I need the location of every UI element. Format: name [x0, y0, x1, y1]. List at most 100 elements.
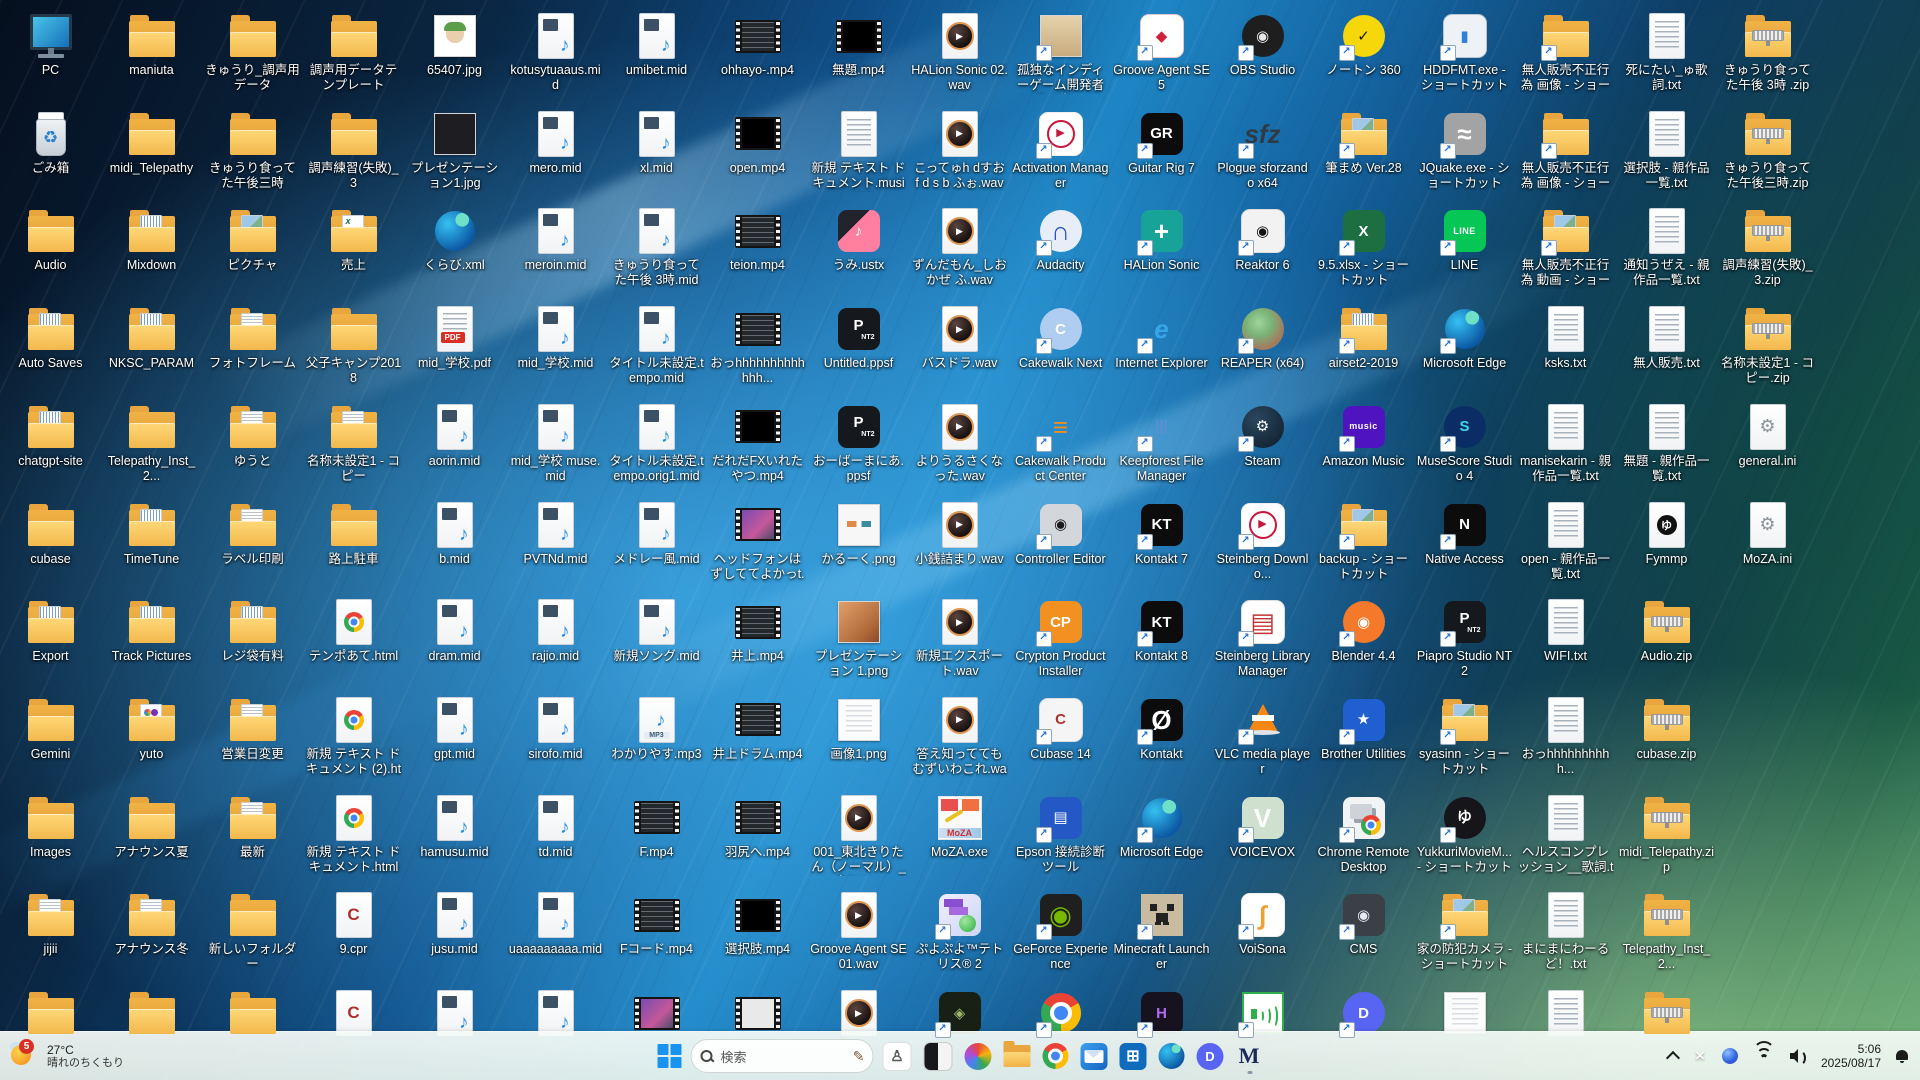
desktop-icon[interactable]: ↗airset2-2019 [1315, 305, 1412, 371]
desktop-icon[interactable]: C↗Cubase 14 [1012, 696, 1109, 762]
desktop-icon[interactable]: S↗MuseScore Studio 4 [1416, 403, 1513, 484]
desktop-icon[interactable]: open.mp4 [709, 110, 806, 176]
desktop-icon[interactable]: manisekarin - 親作品一覧.txt [1517, 403, 1614, 484]
desktop-icon[interactable]: +↗HALion Sonic [1113, 207, 1210, 273]
desktop-icon[interactable]: ゆFymmp [1618, 501, 1715, 567]
desktop-icon[interactable]: ↗Chrome Remote Desktop [1315, 794, 1412, 875]
desktop-icon[interactable]: ◉↗CMS [1315, 891, 1412, 957]
desktop-icon[interactable]: ◉↗Blender 4.4 [1315, 598, 1412, 664]
taskbar-app-character-app[interactable]: ♙ [879, 1038, 916, 1075]
desktop-icon[interactable]: open - 親作品一覧.txt [1517, 501, 1614, 582]
desktop-icon[interactable]: jijii [2, 891, 99, 957]
desktop-icon[interactable]: 選択肢.mp4 [709, 891, 806, 957]
desktop-icon[interactable]: 65407.jpg [406, 12, 503, 78]
taskbar-app-microsoft-store[interactable]: ⊞ [1116, 1039, 1151, 1074]
desktop-icon[interactable]: ♪td.mid [507, 794, 604, 860]
taskbar-app-file-explorer[interactable] [1000, 1041, 1035, 1071]
desktop-icon[interactable]: ♪MP3わかりやす.mp3 [608, 696, 705, 762]
desktop-icon[interactable]: ♪タイトル未設定.tempo.orig1.mid [608, 403, 705, 484]
desktop-icon[interactable]: PNT2Untitled.ppsf [810, 305, 907, 371]
desktop-icon[interactable]: ▤↗Steinberg Library Manager [1214, 598, 1311, 679]
desktop-icon[interactable] [103, 989, 200, 1037]
desktop-icon[interactable]: ▶小銭詰まり.wav [911, 501, 1008, 567]
desktop-icon[interactable] [2, 989, 99, 1037]
desktop-icon[interactable]: ♪b.mid [406, 501, 503, 567]
desktop-icon[interactable]: ↗無人販売不正行為 画像 - ショートカット [1517, 110, 1614, 192]
desktop-icon[interactable]: Mixdown [103, 207, 200, 273]
desktop-icon[interactable]: ゆ↗YukkuriMovieM... - ショートカット [1416, 794, 1513, 875]
desktop-icon[interactable]: ↗VLC media player [1214, 696, 1311, 777]
desktop-icon[interactable]: ♻ごみ箱 [2, 110, 99, 176]
desktop-icon[interactable]: プレゼンテーション1.jpg [406, 110, 503, 191]
desktop-icon[interactable]: ∩↗Audacity [1012, 207, 1109, 273]
desktop-icon[interactable]: X↗9.5.xlsx - ショートカット [1315, 207, 1412, 288]
desktop-icon[interactable]: F.mp4 [608, 794, 705, 860]
desktop-icon[interactable]: ♪mid_学校 muse.mid [507, 403, 604, 484]
desktop-icon[interactable]: ↗ [1012, 989, 1109, 1037]
desktop-icon[interactable]: ↗backup - ショートカット [1315, 501, 1412, 582]
desktop-icon[interactable]: ★↗Brother Utilities [1315, 696, 1412, 762]
desktop-icon[interactable]: 画像1.png [810, 696, 907, 762]
desktop-icon[interactable]: GR↗Guitar Rig 7 [1113, 110, 1210, 176]
desktop-icon[interactable]: ▶こってゅh dすお f d s b ふぉ.wav [911, 110, 1008, 191]
desktop-icon[interactable]: プレゼンテーション 1.png [810, 598, 907, 679]
desktop-icon[interactable]: Images [2, 794, 99, 860]
desktop-icon[interactable]: PC [2, 12, 99, 78]
weather-widget[interactable]: 5 27°C 晴れのちくもり [10, 1032, 124, 1080]
start-button[interactable] [654, 1040, 686, 1072]
desktop-icon[interactable]: レジ袋有料 [204, 598, 301, 664]
desktop-icon[interactable]: ♪kotusytuaaus.mid [507, 12, 604, 93]
desktop-icon[interactable]: テンポあて.html [305, 598, 402, 664]
desktop-icon[interactable]: ♪umibet.mid [608, 12, 705, 78]
desktop-icon[interactable]: ♪mero.mid [507, 110, 604, 176]
desktop-icon[interactable]: かるーく.png [810, 501, 907, 567]
desktop-icon[interactable]: アナウンス夏 [103, 794, 200, 860]
desktop-icon[interactable]: ◆↗Groove Agent SE 5 [1113, 12, 1210, 93]
desktop-icon[interactable]: きゅうり食ってた午後三時 [204, 110, 301, 191]
desktop-icon[interactable]: 羽尻へ.mp4 [709, 794, 806, 860]
desktop-icon[interactable]: MoZAMoZA.exe [911, 794, 1008, 860]
desktop-icon[interactable]: ↗ [1214, 989, 1311, 1037]
desktop-icon[interactable]: ♪うみ.ustx [810, 207, 907, 273]
desktop-icon[interactable]: おっhhhhhhhhhhhhh... [709, 305, 806, 386]
desktop-icon[interactable]: 通知うぜえ - 親作品一覧.txt [1618, 207, 1715, 288]
search-input[interactable]: 検索 ✎ [691, 1039, 874, 1073]
desktop-icon[interactable]: ▶001_東北きりたん（ノーマル）_今じゃ... [810, 794, 907, 876]
desktop-icon[interactable]: ✓↗ノートン 360 [1315, 12, 1412, 78]
desktop-icon[interactable]: ▶新規エクスポート.wav [911, 598, 1008, 679]
desktop-icon[interactable]: ▶バスドラ.wav [911, 305, 1008, 371]
tray-close-x-icon[interactable]: × [1692, 1043, 1708, 1069]
desktop-icon[interactable]: ▶↗Activation Manager [1012, 110, 1109, 191]
desktop-icon[interactable]: PNT2↗Piapro Studio NT2 [1416, 598, 1513, 679]
wifi-icon[interactable] [1752, 1046, 1776, 1066]
taskbar-app-edge[interactable] [1155, 1039, 1189, 1073]
desktop-icon[interactable]: C↗Cakewalk Next [1012, 305, 1109, 371]
desktop-icon[interactable]: ♪jusu.mid [406, 891, 503, 957]
desktop-icon[interactable]: cubase [2, 501, 99, 567]
desktop-icon[interactable]: ▶よりうるさくなった.wav [911, 403, 1008, 484]
desktop-icon[interactable]: ohhayo-.mp4 [709, 12, 806, 78]
desktop-icon[interactable]: Fコード.mp4 [608, 891, 705, 957]
desktop-icon[interactable] [709, 989, 806, 1037]
desktop-icon[interactable]: PDFmid_学校.pdf [406, 305, 503, 371]
tray-color-ball-icon[interactable] [1719, 1045, 1741, 1067]
desktop-icon[interactable]: 父子キャンプ2018 [305, 305, 402, 386]
desktop-icon[interactable]: ≡↗Cakewalk Product Center [1012, 403, 1109, 484]
desktop-icon[interactable]: NKSC_PARAM [103, 305, 200, 371]
desktop-icon[interactable]: ゆうと [204, 403, 301, 469]
desktop-icon[interactable]: ♪ [406, 989, 503, 1037]
desktop-icon[interactable] [608, 989, 705, 1037]
taskbar-app-chrome[interactable] [1039, 1039, 1073, 1073]
taskbar-app-musescore-m[interactable]: M [1232, 1039, 1267, 1074]
desktop-icon[interactable]: midi_Telepathy.zip [1618, 794, 1715, 875]
desktop-icon[interactable]: Audio [2, 207, 99, 273]
desktop-icon[interactable]: Export [2, 598, 99, 664]
desktop-icon[interactable]: 新規 テキスト ドキュメント.html [305, 794, 402, 875]
desktop-icon[interactable]: ↗ぷよぷよ™テトリス® 2 [911, 891, 1008, 972]
desktop-icon[interactable]: ◉↗OBS Studio [1214, 12, 1311, 78]
desktop-icon[interactable]: ↗家の防犯カメラ - ショートカット [1416, 891, 1513, 972]
desktop-icon[interactable]: teion.mp4 [709, 207, 806, 273]
desktop-icon[interactable]: Ø↗Kontakt [1113, 696, 1210, 762]
notification-bell-icon[interactable] [1892, 1046, 1912, 1066]
desktop-icon[interactable]: ♪rajio.mid [507, 598, 604, 664]
